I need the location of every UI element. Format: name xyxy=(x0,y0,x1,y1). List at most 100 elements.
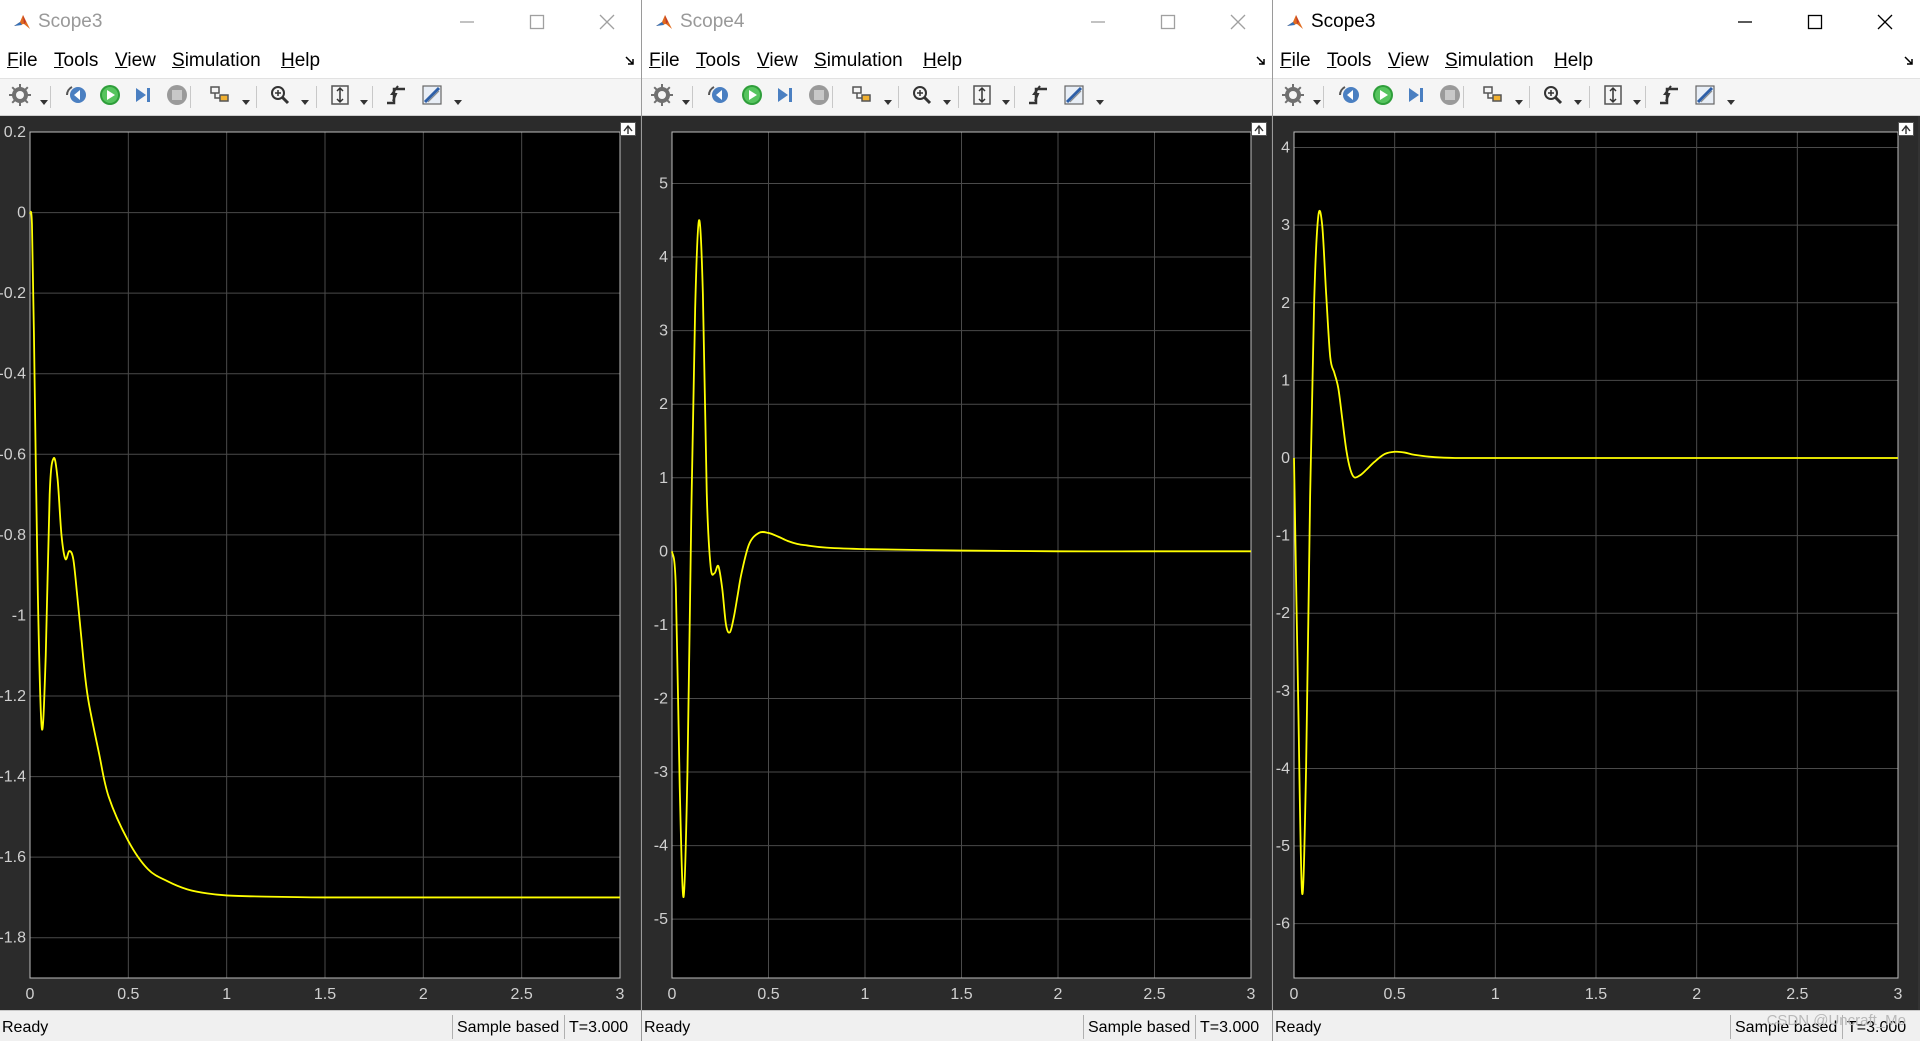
dropdown-arrow-icon[interactable] xyxy=(1633,93,1641,105)
menu-file[interactable]: File xyxy=(649,50,680,72)
step-forward-icon xyxy=(130,83,154,112)
menu-tools[interactable]: Tools xyxy=(1327,50,1371,72)
run-button[interactable] xyxy=(740,84,764,109)
step-forward-button[interactable] xyxy=(130,85,154,109)
menu-simulation[interactable]: Simulation xyxy=(814,50,903,72)
menu-tools[interactable]: Tools xyxy=(54,50,98,72)
menu-file[interactable]: File xyxy=(7,50,38,72)
settings-icon xyxy=(8,83,32,112)
menu-view[interactable]: View xyxy=(1388,50,1429,72)
highlight-button[interactable] xyxy=(1481,85,1505,109)
minimize-button[interactable] xyxy=(1063,0,1133,44)
dropdown-arrow-icon[interactable] xyxy=(454,93,462,105)
settings-button[interactable] xyxy=(1281,83,1305,109)
menu-help[interactable]: Help xyxy=(923,50,962,72)
collapse-menu-icon[interactable] xyxy=(623,54,637,68)
dropdown-arrow-icon[interactable] xyxy=(943,93,951,105)
y-tick-label: -1 xyxy=(654,617,668,634)
dropdown-arrow-icon[interactable] xyxy=(1002,93,1010,105)
cursor-measure-button[interactable] xyxy=(1062,84,1086,109)
dropdown-arrow-icon[interactable] xyxy=(40,93,48,105)
minimize-button[interactable] xyxy=(432,0,502,44)
menu-help[interactable]: Help xyxy=(1554,50,1593,72)
maximize-button[interactable] xyxy=(502,0,572,44)
dropdown-arrow-icon[interactable] xyxy=(1727,93,1735,105)
x-tick-label: 1.5 xyxy=(1585,986,1607,1003)
menu-simulation[interactable]: Simulation xyxy=(172,50,261,72)
step-back-button[interactable] xyxy=(64,85,88,109)
dropdown-arrow-icon[interactable] xyxy=(1515,93,1523,105)
minimize-icon xyxy=(1737,14,1753,30)
close-button[interactable] xyxy=(572,0,641,44)
desktop: Scope3 File Tools View Simulation Help 0 0.5 1 1.… xyxy=(0,0,1920,1041)
triggers-button[interactable] xyxy=(384,83,408,112)
stop-button[interactable] xyxy=(165,84,189,109)
menu-view[interactable]: View xyxy=(757,50,798,72)
x-tick-label: 0.5 xyxy=(117,986,139,1003)
scope-plot[interactable]: 0 0.5 1 1.5 2 2.5 3 5 4 3 2 1 0 -1 -2 -3 -4 -5 xyxy=(642,116,1271,1010)
undock-icon[interactable] xyxy=(1898,122,1914,136)
title-bar[interactable]: Scope4 xyxy=(642,0,1272,44)
menu-label-rest: ools xyxy=(63,50,99,71)
scope-plot[interactable]: 0 0.5 1 1.5 2 2.5 3 0.2 0 -0.2 -0.4 -0.6 -0.8 -1 -1.2 -… xyxy=(0,116,640,1010)
title-bar[interactable]: Scope3 xyxy=(1273,0,1920,44)
minimize-icon xyxy=(1090,14,1106,30)
step-back-button[interactable] xyxy=(1337,85,1361,109)
x-tick-label: 3 xyxy=(616,986,625,1003)
stop-icon xyxy=(1438,83,1462,112)
run-button[interactable] xyxy=(98,84,122,109)
menu-help[interactable]: Help xyxy=(281,50,320,72)
status-bar: Ready Sample based T=3.000 xyxy=(0,1010,641,1041)
triggers-button[interactable] xyxy=(1657,84,1681,109)
dropdown-arrow-icon[interactable] xyxy=(884,93,892,105)
scale-axes-button[interactable] xyxy=(1601,84,1625,109)
dropdown-arrow-icon[interactable] xyxy=(1096,93,1104,105)
zoom-button[interactable] xyxy=(1541,85,1565,109)
minimize-button[interactable] xyxy=(1710,0,1780,44)
step-forward-button[interactable] xyxy=(772,85,796,109)
collapse-menu-icon[interactable] xyxy=(1902,54,1916,68)
title-bar[interactable]: Scope3 xyxy=(0,0,641,44)
dropdown-arrow-icon[interactable] xyxy=(360,93,368,105)
matlab-icon xyxy=(1285,12,1305,32)
run-button[interactable] xyxy=(1371,84,1395,109)
maximize-icon xyxy=(529,14,545,30)
undock-icon[interactable] xyxy=(1251,122,1267,136)
step-back-button[interactable] xyxy=(706,85,730,109)
menu-view[interactable]: View xyxy=(115,50,156,72)
settings-button[interactable] xyxy=(8,83,32,112)
maximize-button[interactable] xyxy=(1780,0,1850,44)
highlight-button[interactable] xyxy=(850,85,874,109)
scale-axes-button[interactable] xyxy=(328,84,352,109)
collapse-menu-icon[interactable] xyxy=(1254,54,1268,68)
stop-button[interactable] xyxy=(1438,83,1462,112)
dropdown-arrow-icon[interactable] xyxy=(301,93,309,105)
highlight-button[interactable] xyxy=(208,85,232,109)
menu-label-rest: ools xyxy=(705,50,741,71)
cursor-measure-button[interactable] xyxy=(1693,83,1717,112)
maximize-button[interactable] xyxy=(1133,0,1203,44)
step-forward-button[interactable] xyxy=(1403,85,1427,109)
cursor-measure-icon xyxy=(1693,83,1717,112)
dropdown-arrow-icon[interactable] xyxy=(682,93,690,105)
settings-button[interactable] xyxy=(650,83,674,109)
status-text: Ready xyxy=(1275,1019,1322,1036)
zoom-button[interactable] xyxy=(268,85,292,109)
menu-mnemonic: S xyxy=(1445,50,1458,71)
zoom-button[interactable] xyxy=(910,85,934,109)
triggers-button[interactable] xyxy=(1026,84,1050,109)
menu-simulation[interactable]: Simulation xyxy=(1445,50,1534,72)
cursor-measure-button[interactable] xyxy=(420,84,444,109)
dropdown-arrow-icon[interactable] xyxy=(1574,93,1582,105)
dropdown-arrow-icon[interactable] xyxy=(1313,93,1321,105)
menu-file[interactable]: File xyxy=(1280,50,1311,72)
scale-axes-button[interactable] xyxy=(970,84,994,109)
dropdown-arrow-icon[interactable] xyxy=(242,93,250,105)
close-button[interactable] xyxy=(1850,0,1920,44)
stop-button[interactable] xyxy=(807,84,831,109)
menu-tools[interactable]: Tools xyxy=(696,50,740,72)
scope-plot[interactable]: 0 0.5 1 1.5 2 2.5 3 4 3 2 1 0 -1 -2 -3 -4 -5 -6 xyxy=(1273,116,1918,1010)
triggers-icon xyxy=(384,83,408,112)
close-button[interactable] xyxy=(1203,0,1272,44)
undock-icon[interactable] xyxy=(620,122,636,136)
